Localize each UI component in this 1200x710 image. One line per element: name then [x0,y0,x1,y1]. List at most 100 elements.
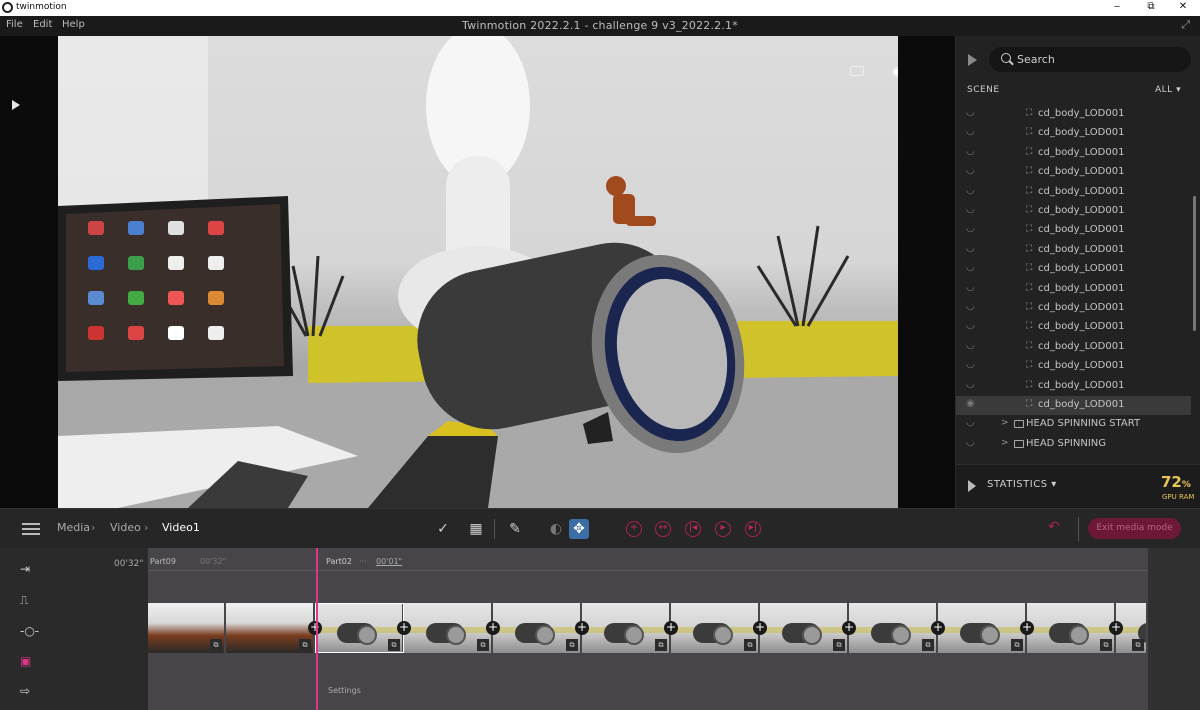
scene-tree-item[interactable]: ◡ ⛶ cd_body_LOD001 [956,241,1191,260]
video-thumbnail[interactable]: ⧉ [493,603,582,653]
wave-icon[interactable]: ⎍ [20,593,42,607]
chevron-right-icon[interactable]: > [1001,418,1009,428]
scene-tree-item[interactable]: ◡ ⛶ cd_body_LOD001 [956,280,1191,299]
aspect-frame-icon[interactable] [850,66,864,76]
scene-scrollbar[interactable] [1193,196,1196,331]
video-thumbnail[interactable]: ⧉ [404,603,493,653]
video-thumbnail[interactable]: ⧉ [938,603,1027,653]
visibility-eye-icon[interactable]: ◡ [966,262,975,273]
insert-clip-button[interactable]: + [931,621,945,635]
visibility-eye-icon[interactable]: ◉ [966,398,975,409]
exit-media-mode-button[interactable]: Exit media mode [1088,518,1181,539]
fullscreen-icon[interactable]: ⤢ [1181,18,1190,32]
visibility-eye-icon[interactable]: ◡ [966,223,975,234]
pipette-icon[interactable]: ✎ [505,519,525,539]
export-icon[interactable]: ⇨ [20,684,42,698]
scene-tree-item[interactable]: ◡ ⛶ cd_body_LOD001 [956,338,1191,357]
visibility-eye-icon[interactable]: ◡ [966,320,975,331]
insert-clip-button[interactable]: + [664,621,678,635]
visibility-eye-icon[interactable]: ◡ [966,185,975,196]
settings-label[interactable]: Settings [328,686,361,695]
visibility-eye-icon[interactable]: ◡ [966,301,975,312]
visibility-eye-icon[interactable]: ◡ [966,126,975,137]
3d-viewport[interactable]: ◉ [58,36,898,508]
video-icon[interactable]: ▣ [20,654,42,668]
video-thumbnail[interactable]: ⧉ [315,603,404,653]
visibility-eye-icon[interactable]: ◡ [966,146,975,157]
search-field[interactable]: Search [989,47,1191,72]
scene-tree-item[interactable]: ◡ ⛶ cd_body_LOD001 [956,202,1191,221]
insert-clip-button[interactable]: + [1020,621,1034,635]
visibility-eye-icon[interactable]: ◡ [966,204,975,215]
scene-tree-item[interactable]: ◡ ⛶ cd_body_LOD001 [956,299,1191,318]
visibility-eye-icon[interactable]: ◡ [966,417,975,428]
expand-left-panel-icon[interactable] [12,100,20,110]
hamburger-menu-icon[interactable] [22,523,40,535]
fit-clip-icon[interactable]: ↔ [655,521,671,537]
insert-clip-button[interactable]: + [486,621,500,635]
play-icon[interactable]: ▸ [715,521,731,537]
add-clip-icon[interactable]: + [626,521,642,537]
insert-clip-button[interactable]: + [575,621,589,635]
scene-tree-item[interactable]: ◡ ⛶ cd_body_LOD001 [956,144,1191,163]
menu-help[interactable]: Help [62,19,85,30]
breadcrumb-video[interactable]: Video [110,521,141,534]
insert-clip-button[interactable]: + [1109,621,1123,635]
video-thumbnail[interactable]: ⧉ [1027,603,1116,653]
scene-tree-item[interactable]: ◡ > HEAD SPINNING [956,435,1191,454]
video-thumbnail[interactable]: ⧉ [226,603,315,653]
visibility-eye-icon[interactable]: ◡ [966,165,975,176]
move-tool-icon[interactable]: ✥ [569,519,589,539]
filter-dropdown[interactable]: ALL ▾ [1155,85,1181,95]
visibility-eye-icon[interactable]: ◡ [966,243,975,254]
insert-clip-button[interactable]: + [308,621,322,635]
video-thumbnail[interactable]: ⧉ [148,603,226,653]
scene-tree-item[interactable]: ◡ > HEAD SPINNING START [956,415,1191,434]
scene-tree-item[interactable]: ◉ ⛶ cd_body_LOD001 [956,396,1191,416]
breadcrumb-media[interactable]: Media [57,521,90,534]
keyframe-icon[interactable]: -○- [20,624,42,638]
visibility-eye-icon[interactable]: ◡ [966,437,975,448]
import-icon[interactable]: ⇥ [20,562,42,576]
restore-button[interactable]: ⧉ [1134,0,1168,16]
scene-tree-item[interactable]: ◡ ⛶ cd_body_LOD001 [956,124,1191,143]
scene-tree-item[interactable]: ◡ ⛶ cd_body_LOD001 [956,357,1191,376]
video-thumbnail[interactable]: ⧉ [849,603,938,653]
video-thumbnail[interactable]: ⧉ [582,603,671,653]
scene-tree-item-label: cd_body_LOD001 [1038,263,1125,275]
close-button[interactable]: ✕ [1166,0,1200,16]
scene-tree-item[interactable]: ◡ ⛶ cd_body_LOD001 [956,163,1191,182]
scene-tree-item[interactable]: ◡ ⛶ cd_body_LOD001 [956,318,1191,337]
next-icon[interactable]: ▸| [745,521,761,537]
toolbar-divider [494,519,495,539]
visibility-eye-icon[interactable]: ◡ [966,379,975,390]
insert-clip-button[interactable]: + [842,621,856,635]
grid-icon[interactable]: ▦ [466,519,486,539]
collapse-panel-icon[interactable] [968,54,977,66]
chevron-right-icon[interactable]: > [1001,438,1009,448]
undo-icon[interactable]: ↶ [1048,519,1060,535]
visibility-eye-icon[interactable]: ◡ [966,282,975,293]
scene-tree-item[interactable]: ◡ ⛶ cd_body_LOD001 [956,260,1191,279]
visibility-eye-icon[interactable]: ◡ [966,359,975,370]
move-left-icon[interactable]: ◐ [546,519,566,539]
scene-tree-item[interactable]: ◡ ⛶ cd_body_LOD001 [956,221,1191,240]
menu-file[interactable]: File [6,19,23,30]
video-thumbnail[interactable]: ⧉ [760,603,849,653]
scene-tree-item[interactable]: ◡ ⛶ cd_body_LOD001 [956,105,1191,124]
minimize-button[interactable]: ‒ [1100,0,1134,16]
video-thumbnail[interactable]: ⧉ [671,603,760,653]
insert-clip-button[interactable]: + [753,621,767,635]
insert-clip-button[interactable]: + [397,621,411,635]
check-icon[interactable]: ✓ [433,519,453,539]
menu-edit[interactable]: Edit [33,19,52,30]
timeline-track[interactable]: Part09 00'32" Part02 ··· 00'01" ⧉ ⧉ ⧉ ⧉ ⧉ ⧉ ⧉ ⧉… [148,548,1148,710]
scene-tree-item[interactable]: ◡ ⛶ cd_body_LOD001 [956,183,1191,202]
previous-icon[interactable]: |◂ [685,521,701,537]
playhead[interactable] [316,548,318,710]
visibility-eye-icon[interactable]: ◡ [966,107,975,118]
scene-tree-item[interactable]: ◡ ⛶ cd_body_LOD001 [956,377,1191,396]
statistics-dropdown[interactable]: STATISTICS ▾ [987,479,1057,490]
expand-statistics-icon[interactable] [968,480,976,492]
visibility-eye-icon[interactable]: ◡ [966,340,975,351]
